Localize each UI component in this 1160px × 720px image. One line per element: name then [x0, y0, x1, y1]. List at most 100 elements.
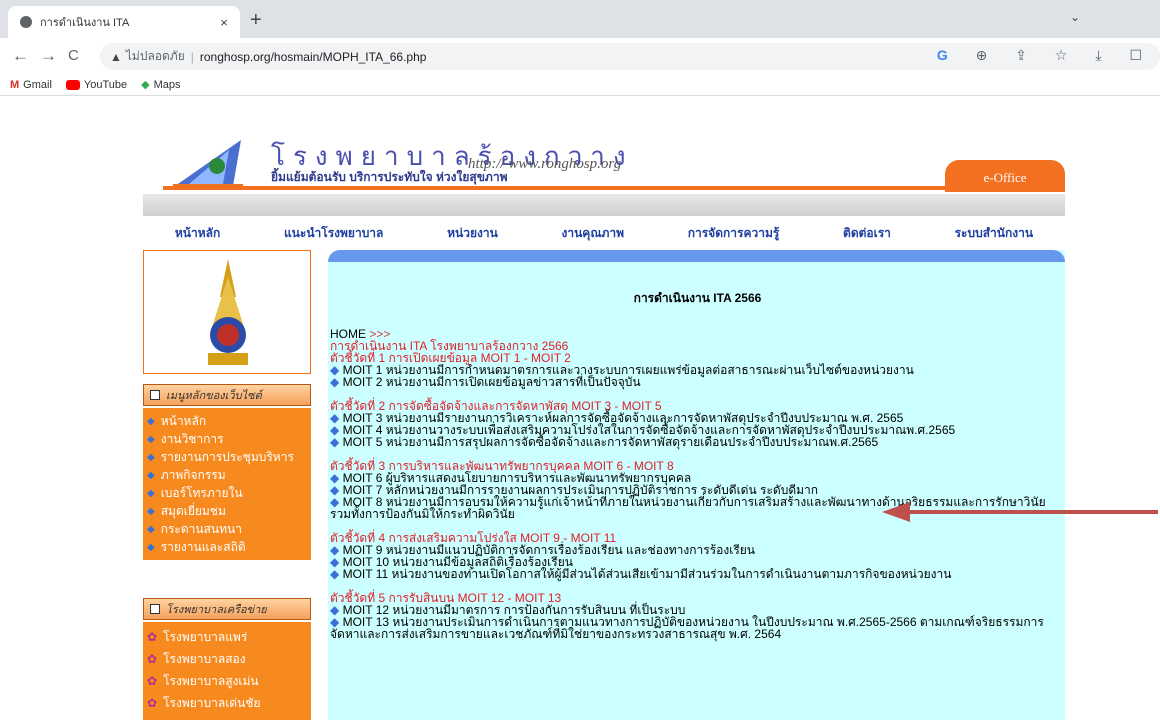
hospital-label: โรงพยาบาลเด่นชัย	[163, 695, 261, 710]
sidebar-item-activities[interactable]: ◆ ภาพกิจกรรม	[147, 466, 311, 484]
network-hospitals-header: โรงพยาบาลเครือข่าย	[143, 598, 311, 620]
menu-contact[interactable]: ติดต่อเรา	[843, 224, 891, 243]
menu-about[interactable]: แนะนำโรงพยาบาล	[284, 224, 383, 243]
network-hospitals-title: โรงพยาบาลเครือข่าย	[166, 604, 267, 616]
diamond-bullet-icon: ◆	[147, 415, 155, 427]
hospital-label: โรงพยาบาลสูงเม่น	[163, 673, 259, 688]
hospital-link[interactable]: ✿ โรงพยาบาลสูงเม่น	[147, 670, 311, 692]
header-box-icon	[150, 604, 160, 614]
forward-button[interactable]: →	[40, 46, 57, 66]
download-icon[interactable]: ⤓	[1095, 47, 1113, 64]
zoom-icon[interactable]: ⊕	[976, 47, 1000, 64]
bookmark-youtube[interactable]: YouTube	[65, 78, 128, 91]
hospital-icon: ✿	[147, 696, 158, 710]
diamond-bullet-icon: ◆	[147, 487, 155, 499]
item-text: MOIT 2 หน่วยงานมีการเปิดเผยข้อมูลข่าวสาร…	[342, 375, 641, 389]
hospital-icon: ✿	[147, 674, 158, 688]
bookmark-maps[interactable]: ◆ Maps	[141, 78, 181, 92]
hospital-label: โรงพยาบาลแพร่	[163, 629, 248, 644]
tab-title: การดำเนินงาน ITA	[40, 17, 130, 29]
menu-knowledge[interactable]: การจัดการความรู้	[688, 224, 780, 243]
list-item[interactable]: ◆ MOIT 2 หน่วยงานมีการเปิดเผยข้อมูลข่าวส…	[330, 376, 1065, 388]
bookmark-star-icon[interactable]: ☆	[1055, 47, 1080, 64]
diamond-bullet-icon: ◆	[147, 469, 155, 481]
diamond-bullet-icon: ◆	[147, 505, 155, 517]
hospital-link[interactable]: ✿ โรงพยาบาลสอง	[147, 648, 311, 670]
page-title: การดำเนินงาน ITA 2566	[633, 291, 762, 305]
bookmark-label: YouTube	[83, 78, 128, 91]
header-band	[143, 194, 1065, 216]
sidebar-item-label: เบอร์โทรภายใน	[160, 485, 243, 500]
main-menu-list: ◆ หน้าหลัก ◆ งานวิชาการ ◆ รายงานการประชุมบร…	[143, 408, 311, 560]
google-translate-icon[interactable]: G	[937, 47, 960, 63]
bookmarks-bar: M Gmail YouTube ◆ Maps	[0, 74, 1160, 96]
maps-icon: ◆	[141, 79, 150, 91]
item-text: MOIT 11 หน่วยงานของท่านเปิดโอกาสให้ผู้มี…	[342, 567, 952, 581]
list-item[interactable]: ◆ MOIT 5 หน่วยงานมีการสรุปผลการจัดซื้อจั…	[330, 436, 1065, 448]
diamond-bullet-icon: ◆	[330, 435, 340, 449]
sidebar-item-statistics[interactable]: ◆ รายงานและสถิติ	[147, 538, 311, 556]
menu-departments[interactable]: หน่วยงาน	[447, 224, 498, 243]
hospital-label: โรงพยาบาลสอง	[163, 651, 246, 666]
diamond-bullet-icon: ◆	[147, 451, 155, 463]
menu-quality[interactable]: งานคุณภาพ	[562, 224, 625, 243]
sidebar-item-label: สมุดเยี่ยมชม	[160, 503, 226, 518]
site-banner: โรงพยาบาลร้องกวาง ยิ้มแย้มต้อนรับ บริการ…	[143, 120, 1065, 220]
main-menu-title: เมนูหลักของเว็บไซต์	[166, 390, 262, 402]
gmail-icon: M	[10, 78, 20, 91]
ita-content: การดำเนินงาน ITA 2566 HOME >>> การดำเนิน…	[328, 270, 1065, 640]
bookmark-label: Gmail	[23, 78, 52, 91]
eoffice-tab[interactable]: e-Office	[945, 160, 1065, 192]
annotation-arrow-icon	[882, 502, 1158, 522]
menu-home[interactable]: หน้าหลัก	[175, 224, 220, 243]
hospital-logo-icon	[173, 140, 243, 188]
toolbar-icons: G ⊕ ⇪ ☆ ⤓ ☐	[937, 47, 1154, 64]
list-item[interactable]: ◆ MOIT 13 หน่วยงานประเมินการดำเนินการตาม…	[330, 616, 1065, 640]
share-icon[interactable]: ⇪	[1015, 47, 1039, 64]
diamond-bullet-icon: ◆	[147, 541, 155, 553]
header-box-icon	[150, 390, 160, 400]
diamond-bullet-icon: ◆	[147, 433, 155, 445]
sidebar-item-home[interactable]: ◆ หน้าหลัก	[147, 412, 311, 430]
item-text: MOIT 5 หน่วยงานมีการสรุปผลการจัดซื้อจัดจ…	[342, 435, 879, 449]
bookmark-gmail[interactable]: M Gmail	[10, 79, 52, 91]
sidebar-item-label: รายงานและสถิติ	[160, 539, 246, 554]
content-header-bar	[328, 250, 1065, 262]
hospital-link[interactable]: ✿ โรงพยาบาลเด่นชัย	[147, 692, 311, 714]
hospital-link[interactable]: ✿ โรงพยาบาลแพร่	[147, 626, 311, 648]
main-content: การดำเนินงาน ITA 2566 HOME >>> การดำเนิน…	[328, 250, 1065, 720]
sidebar-item-label: งานวิชาการ	[160, 431, 224, 446]
security-label[interactable]: ไม่ปลอดภัย	[126, 47, 185, 66]
browser-tabbar: การดำเนินงาน ITA × + ⌄	[0, 0, 1160, 38]
sidebar-item-guestbook[interactable]: ◆ สมุดเยี่ยมชม	[147, 502, 311, 520]
list-item[interactable]: ◆ MOIT 11 หน่วยงานของท่านเปิดโอกาสให้ผู้…	[330, 568, 1065, 580]
reload-button[interactable]: C	[68, 46, 79, 66]
url-text[interactable]: ronghosp.org/hosmain/MOPH_ITA_66.php	[200, 50, 427, 64]
sidebar-item-label: กระดานสนทนา	[160, 521, 242, 536]
hospital-icon: ✿	[147, 652, 158, 666]
browser-tab[interactable]: การดำเนินงาน ITA ×	[8, 6, 240, 38]
sidebar: เมนูหลักของเว็บไซต์ ◆ หน้าหลัก ◆ งานวิชากา…	[143, 250, 311, 720]
sidebar-item-label: รายงานการประชุมบริหาร	[160, 449, 294, 464]
sidebar-item-meeting-reports[interactable]: ◆ รายงานการประชุมบริหาร	[147, 448, 311, 466]
header-divider	[163, 186, 1065, 190]
item-text: MOIT 13 หน่วยงานประเมินการดำเนินการตามแน…	[330, 615, 1044, 641]
diamond-bullet-icon: ◆	[330, 375, 340, 389]
new-tab-button[interactable]: +	[250, 10, 262, 30]
warning-icon[interactable]: ▲	[110, 50, 122, 64]
diamond-bullet-icon: ◆	[147, 523, 155, 535]
browser-toolbar: ← → C ▲ ไม่ปลอดภัย | ronghosp.org/hosmai…	[0, 38, 1160, 74]
menu-office-system[interactable]: ระบบสำนักงาน	[955, 224, 1033, 243]
tab-close-icon[interactable]: ×	[216, 15, 232, 30]
sidebar-item-academic[interactable]: ◆ งานวิชาการ	[147, 430, 311, 448]
site-favicon-icon	[20, 16, 32, 28]
site-menu: หน้าหลัก แนะนำโรงพยาบาล หน่วยงาน งานคุณภ…	[143, 218, 1065, 248]
website: โรงพยาบาลร้องกวาง ยิ้มแย้มต้อนรับ บริการ…	[143, 120, 1065, 720]
side-panel-icon[interactable]: ☐	[1129, 47, 1154, 64]
back-button[interactable]: ←	[12, 46, 29, 66]
tab-search-icon[interactable]: ⌄	[1070, 10, 1080, 24]
sidebar-item-forum[interactable]: ◆ กระดานสนทนา	[147, 520, 311, 538]
address-bar[interactable]: ▲ ไม่ปลอดภัย | ronghosp.org/hosmain/MOPH…	[100, 43, 1160, 70]
bookmark-label: Maps	[153, 78, 181, 91]
sidebar-item-phone[interactable]: ◆ เบอร์โทรภายใน	[147, 484, 311, 502]
